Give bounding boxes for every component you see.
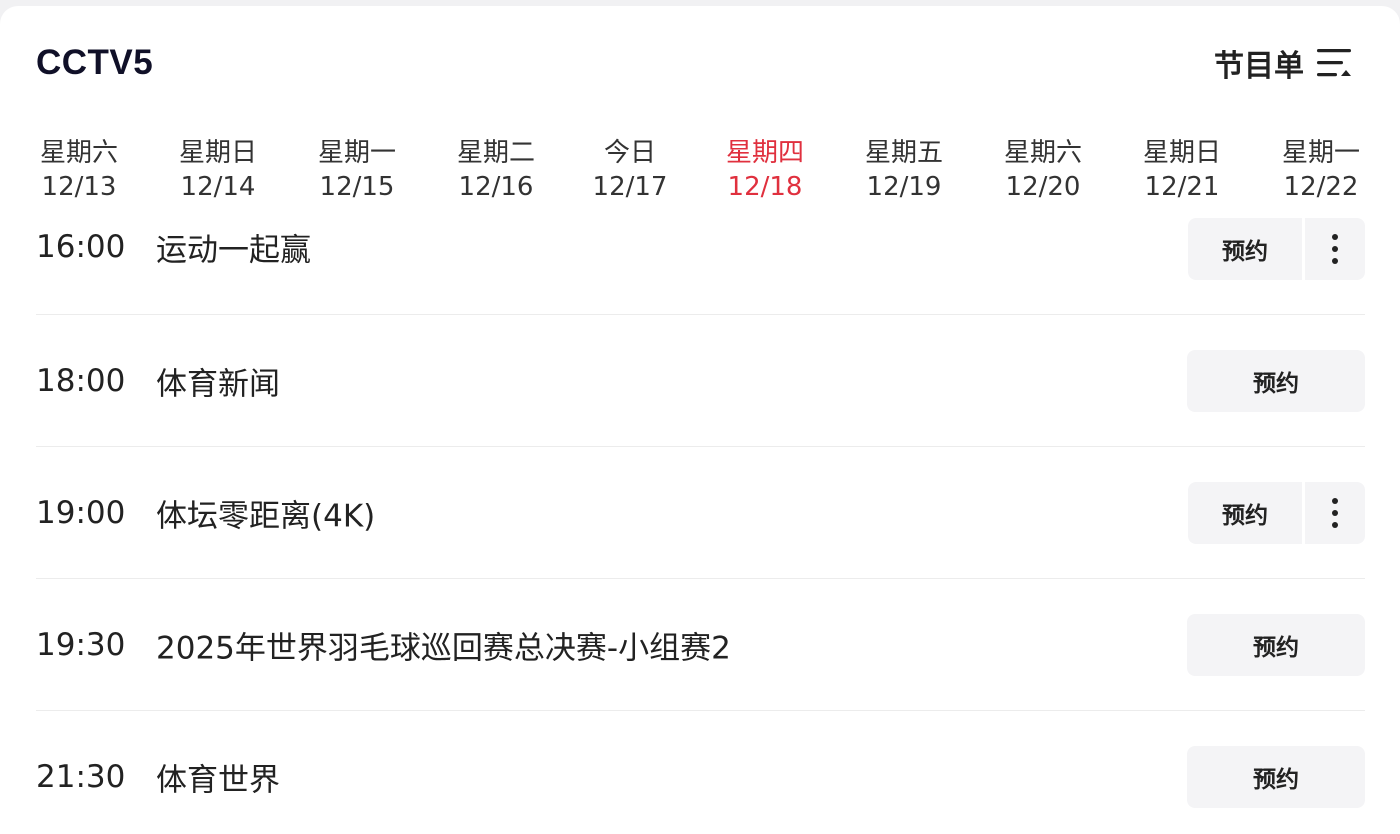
program-time: 19:30 [36,626,126,663]
date-tab-weekday: 星期日 [1142,138,1221,168]
program-title[interactable]: 体育世界 [156,754,280,799]
reserve-button[interactable]: 预约 [1187,349,1365,412]
more-vertical-icon [1332,234,1338,264]
date-tab-date: 12/20 [1005,172,1081,202]
reserve-button[interactable]: 预约 [1188,481,1302,544]
date-tab-date: 12/19 [866,172,942,202]
more-options-button[interactable] [1305,481,1365,544]
date-tab[interactable]: 星期日 12/14 [163,136,273,204]
program-title[interactable]: 运动一起赢 [156,225,311,270]
program-title[interactable]: 体坛零距离(4K) [156,490,375,535]
program-actions: 预约 [1187,613,1365,676]
epg-card: CCTV5 节目单 星期六 12/13 星期日 12/14 星期一 12/15 星期二 12/… [0,6,1400,834]
date-tab-weekday: 今日 [603,138,656,168]
date-tab-weekday: 星期二 [456,138,535,168]
program-time: 16:00 [36,229,126,265]
reserve-button[interactable]: 预约 [1187,613,1365,676]
more-options-button[interactable] [1305,218,1365,280]
date-tab-date: 12/22 [1283,172,1359,202]
date-tab[interactable]: 星期日 12/21 [1127,136,1237,204]
reserve-button[interactable]: 预约 [1188,218,1302,280]
date-tab[interactable]: 星期一 12/15 [302,136,412,204]
program-row: 19:00 体坛零距离(4K) 预约 [36,447,1365,579]
program-list-icon [1317,49,1351,77]
date-tab-date: 12/17 [592,172,668,202]
date-tab[interactable]: 星期五 12/19 [849,136,959,204]
date-tab-weekday: 星期一 [1281,138,1360,168]
date-tab-date: 12/15 [319,172,395,202]
program-row: 21:30 体育世界 预约 [36,711,1365,834]
date-tab[interactable]: 今日 12/17 [575,136,685,204]
program-list-button[interactable]: 节目单 [1214,41,1354,85]
date-tab-date: 12/21 [1144,172,1220,202]
date-tab-date: 12/16 [458,172,534,202]
date-tab-date: 12/18 [727,172,803,202]
program-title[interactable]: 2025年世界羽毛球巡回赛总决赛-小组赛2 [156,622,731,667]
date-tab-date: 12/14 [180,172,256,202]
program-row: 16:00 运动一起赢 预约 [36,211,1365,315]
channel-title: CCTV5 [36,43,154,82]
date-tab[interactable]: 星期二 12/16 [441,136,551,204]
date-tab-weekday: 星期四 [725,138,804,168]
date-tab-weekday: 星期六 [39,138,118,168]
date-tab-weekday: 星期日 [178,138,257,168]
date-tab-weekday: 星期五 [864,138,943,168]
program-actions: 预约 [1188,218,1365,280]
program-row: 19:30 2025年世界羽毛球巡回赛总决赛-小组赛2 预约 [36,579,1365,711]
program-actions: 预约 [1188,481,1365,544]
date-tab[interactable]: 星期四 12/18 [710,136,820,204]
program-time: 18:00 [36,362,126,399]
date-tab-weekday: 星期六 [1003,138,1082,168]
date-tab-weekday: 星期一 [317,138,396,168]
program-time: 19:00 [36,494,126,531]
reserve-button[interactable]: 预约 [1187,745,1365,808]
date-tab[interactable]: 星期一 12/22 [1266,136,1376,204]
program-list-label: 节目单 [1214,49,1304,84]
program-actions: 预约 [1187,349,1365,412]
program-title[interactable]: 体育新闻 [156,358,280,403]
date-tab-date: 12/13 [41,172,117,202]
more-vertical-icon [1332,497,1338,528]
date-tab[interactable]: 星期六 12/13 [24,136,134,204]
date-tabs: 星期六 12/13 星期日 12/14 星期一 12/15 星期二 12/16 今日 12/17 星… [0,136,1400,216]
program-list: 16:00 运动一起赢 预约 18:00 体育新闻 预约 19:00 体坛零距离(4K) 预约 1… [36,211,1365,834]
program-row: 18:00 体育新闻 预约 [36,315,1365,447]
program-actions: 预约 [1187,745,1365,808]
date-tab[interactable]: 星期六 12/20 [988,136,1098,204]
program-time: 21:30 [36,758,126,795]
header: CCTV5 节目单 [36,38,1354,88]
